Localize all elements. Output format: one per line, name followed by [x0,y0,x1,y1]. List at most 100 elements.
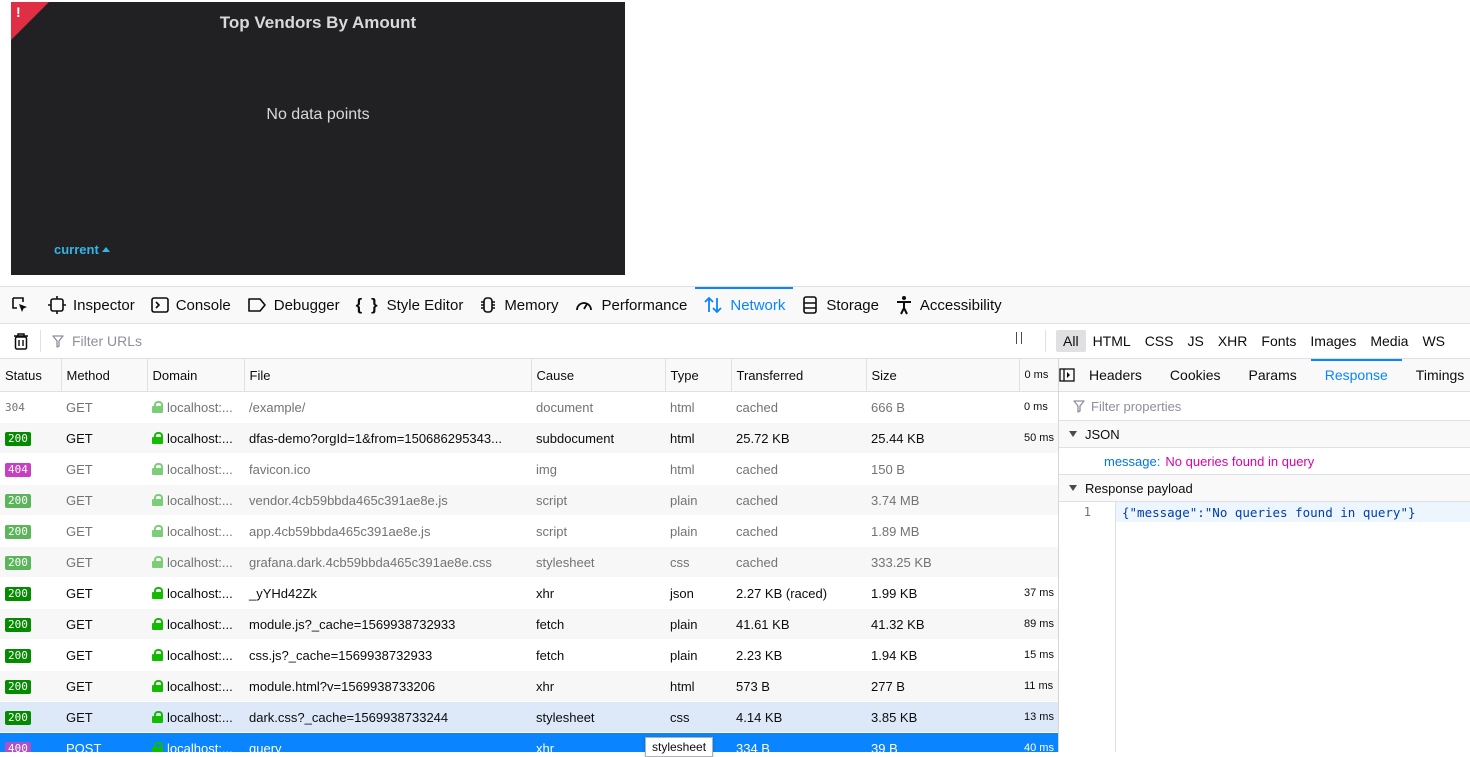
tab-network[interactable]: Network [695,287,794,323]
pause-bar [1021,332,1022,344]
domain-cell: localhost:... [147,453,244,485]
method-cell: GET [61,422,147,454]
table-row[interactable]: 200 GET localhost:... grafana.dark.4cb59… [0,546,1058,578]
status-badge: 200 [5,587,31,601]
table-row[interactable]: 200 GET localhost:... dark.css?_cache=15… [0,701,1058,733]
type-filter-js[interactable]: JS [1180,330,1210,352]
type-cell: plain [665,639,731,671]
pause-recording-button[interactable] [1016,332,1022,344]
panel-legend-current[interactable]: current [54,242,110,257]
method-cell: GET [61,701,147,733]
type-cell: plain [665,484,731,516]
section-title: JSON [1085,426,1120,442]
sidebar-toggle-icon [1059,368,1075,382]
status-badge: 304 [5,401,25,414]
type-cell: html [665,670,731,702]
column-header-size[interactable]: Size [866,359,1020,392]
table-row[interactable]: 404 GET localhost:... favicon.ico img ht… [0,453,1058,485]
panel-title[interactable]: Top Vendors By Amount [11,13,625,33]
status-cell: 200 [0,484,61,516]
filter-urls-field[interactable] [52,330,992,352]
tab-label: Accessibility [919,296,1002,314]
console-icon [150,297,169,313]
column-header-status[interactable]: Status [0,359,62,392]
details-tab-headers[interactable]: Headers [1075,359,1156,391]
status-badge: 200 [5,711,31,725]
details-tab-response[interactable]: Response [1310,359,1402,391]
column-header-method[interactable]: Method [61,359,148,392]
type-cell: plain [665,608,731,640]
column-header-type[interactable]: Type [665,359,732,392]
column-header-domain[interactable]: Domain [147,359,245,392]
table-row[interactable]: 200 GET localhost:... module.js?_cache=1… [0,608,1058,640]
filter-urls-input[interactable] [70,332,974,350]
toggle-sidebar-button[interactable] [1059,359,1075,391]
type-filter-all[interactable]: All [1056,330,1086,352]
type-filter-html[interactable]: HTML [1086,330,1138,352]
method-cell: GET [61,391,147,423]
filter-properties-field[interactable]: Filter properties [1059,392,1470,421]
type-filter-media[interactable]: Media [1363,330,1415,352]
column-header-transferred[interactable]: Transferred [731,359,867,392]
type-filter-images[interactable]: Images [1303,330,1363,352]
table-header-row: Status Method Domain File Cause Type Tra… [0,359,1058,392]
status-badge: 404 [5,463,31,477]
size-cell: 333.25 KB [866,546,1019,578]
details-tab-params[interactable]: Params [1235,359,1311,391]
domain-text: localhost:... [167,430,233,446]
column-header-file[interactable]: File [244,359,532,392]
tab-performance[interactable]: Performance [566,287,695,323]
table-row[interactable]: 200 GET localhost:... module.html?v=1569… [0,670,1058,702]
transferred-cell: 2.27 KB (raced) [731,577,866,609]
filter-properties-placeholder: Filter properties [1091,398,1182,414]
transferred-cell: 25.72 KB [731,422,866,454]
response-payload-editor[interactable]: 1 {"message":"No queries found in query"… [1059,502,1470,752]
lock-icon [152,618,163,630]
column-header-waterfall[interactable]: 0 ms [1019,359,1058,392]
tab-console[interactable]: Console [143,287,239,323]
tab-style-editor[interactable]: { } Style Editor [348,287,472,323]
details-tab-timings[interactable]: Timings [1402,359,1470,391]
status-badge: 200 [5,432,31,446]
type-filter-fonts[interactable]: Fonts [1254,330,1303,352]
table-row[interactable]: 200 GET localhost:... css.js?_cache=1569… [0,639,1058,671]
file-cell: _yYHd42Zk [244,577,531,609]
domain-text: localhost:... [167,740,233,753]
type-filter-xhr[interactable]: XHR [1211,330,1255,352]
waterfall-cell [1019,453,1058,485]
table-row[interactable]: 200 GET localhost:... dfas-demo?orgId=1&… [0,422,1058,454]
json-section-header[interactable]: JSON [1059,421,1470,448]
gauge-icon [576,302,593,311]
column-header-cause[interactable]: Cause [531,359,666,392]
element-picker-button[interactable] [0,287,40,323]
lock-icon [152,463,163,475]
table-row[interactable]: 200 GET localhost:... _yYHd42Zk xhr json… [0,577,1058,609]
table-row[interactable]: 304 GET localhost:... /example/ document… [0,391,1058,423]
expand-triangle-icon [1069,431,1077,437]
domain-text: localhost:... [167,678,233,694]
type-filter-ws[interactable]: WS [1415,330,1452,352]
file-cell: grafana.dark.4cb59bbda465c391ae8e.css [244,546,531,578]
line-gutter: 1 [1059,502,1116,752]
cause-cell: script [531,515,665,547]
tab-accessibility[interactable]: Accessibility [887,287,1010,323]
tab-inspector[interactable]: Inspector [40,287,143,323]
type-filter-css[interactable]: CSS [1138,330,1181,352]
domain-cell: localhost:... [147,391,244,423]
size-cell: 39 B [866,732,1019,752]
file-cell: dfas-demo?orgId=1&from=150686295343... [244,422,531,454]
table-row-selected[interactable]: 400 POST localhost:... query xhr 334 B 3… [0,732,1058,753]
table-row[interactable]: 200 GET localhost:... app.4cb59bbda465c3… [0,515,1058,547]
tab-memory[interactable]: Memory [471,287,566,323]
tab-debugger[interactable]: Debugger [239,287,348,323]
memory-icon [481,297,496,313]
clear-requests-button[interactable] [12,332,30,353]
details-tab-cookies[interactable]: Cookies [1156,359,1235,391]
table-row[interactable]: 200 GET localhost:... vendor.4cb59bbda46… [0,484,1058,516]
tab-storage[interactable]: Storage [793,287,887,323]
status-badge: 200 [5,680,31,694]
network-arrows-icon [704,296,722,314]
payload-section-header[interactable]: Response payload [1059,475,1470,502]
waterfall-cell: 13 ms [1019,701,1058,733]
json-property-row[interactable]: message: No queries found in query [1059,448,1470,475]
